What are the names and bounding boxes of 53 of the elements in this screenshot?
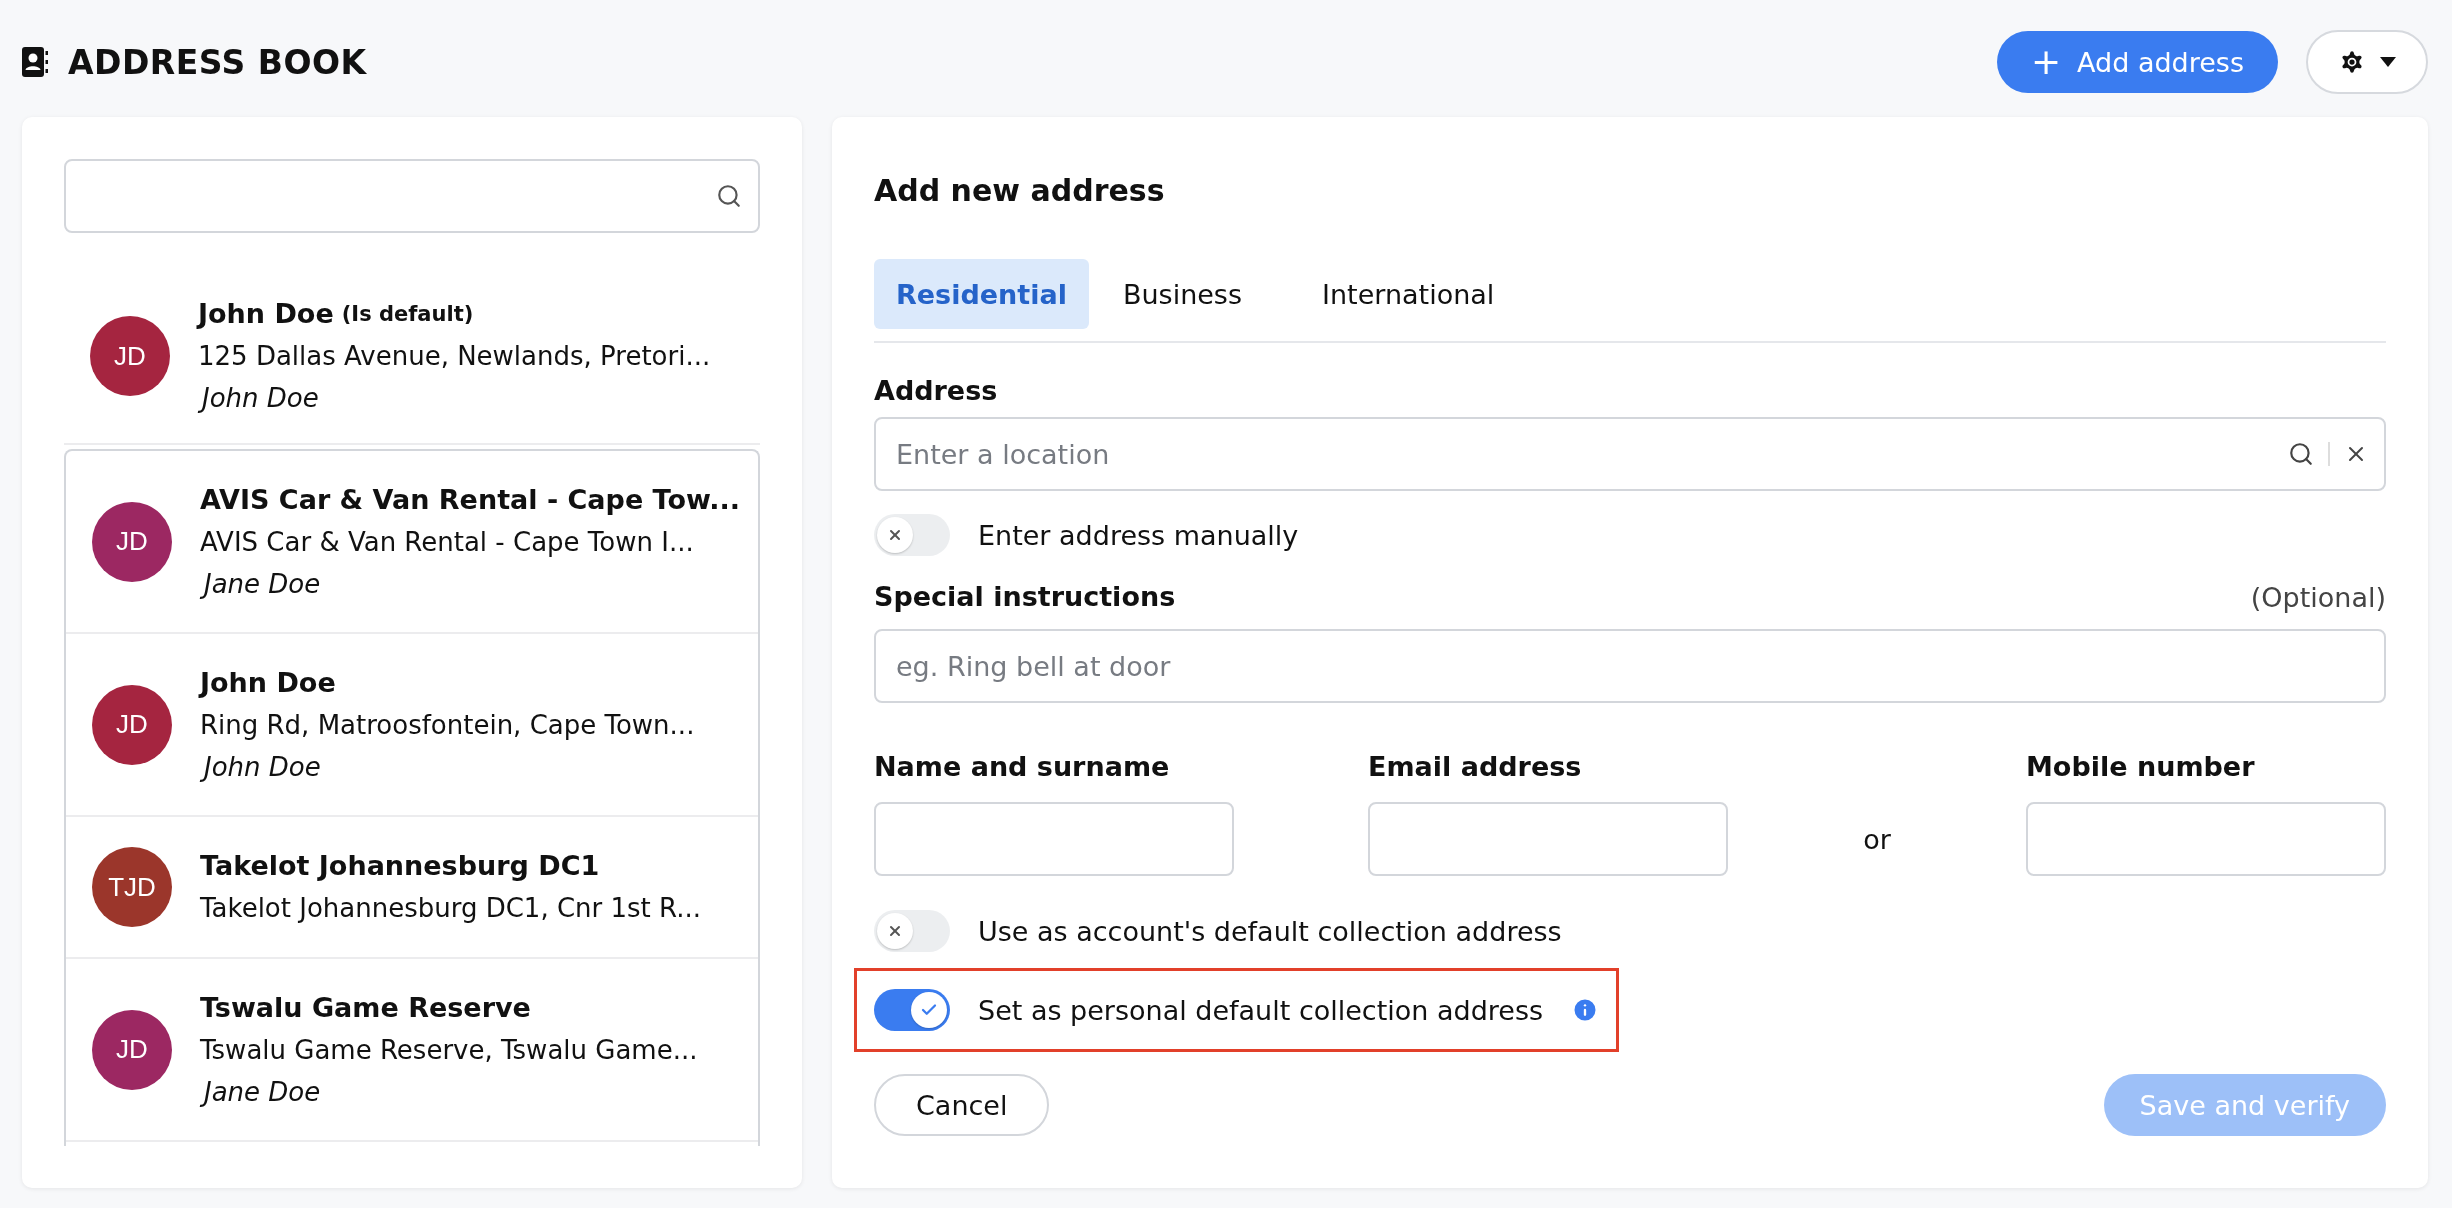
field-label: Mobile number	[2026, 750, 2256, 784]
address-title: Takelot Johannesburg DC1	[200, 849, 600, 883]
toggle-label: Use as account's default collection address	[978, 915, 1562, 947]
mobile-field[interactable]	[2026, 802, 2386, 876]
toggle-label: Set as personal default collection address	[978, 994, 1544, 1026]
address-type-tab[interactable]: International	[1300, 259, 1517, 329]
optional-label: (Optional)	[2250, 581, 2386, 613]
cross-icon	[887, 923, 903, 939]
search-field[interactable]	[64, 159, 760, 233]
toggle-switch[interactable]	[874, 989, 950, 1031]
avatar: JD	[92, 1009, 172, 1090]
contact-name: John Doe	[198, 297, 334, 331]
address-book-icon	[22, 47, 48, 77]
toggle-label: Enter address manually	[978, 519, 1299, 551]
cross-icon	[887, 527, 903, 543]
field-label: Email address	[1368, 750, 1583, 784]
address-title: AVIS Car & Van Rental - Cape Tow...	[200, 482, 740, 517]
address-text: AVIS Car & Van Rental - Cape Town I...	[200, 525, 694, 559]
contact-name: Jane Doe	[196, 1072, 329, 1111]
toggle-switch[interactable]	[874, 910, 950, 952]
avatar: JD	[92, 684, 172, 765]
address-type-tab[interactable]: Residential	[874, 259, 1089, 329]
field-label: Name and surname	[874, 750, 1171, 784]
add-address-button[interactable]: + Add address	[1996, 31, 2278, 93]
address-type-tab[interactable]: Business	[1100, 259, 1264, 329]
or-label: or	[1863, 823, 1891, 855]
avatar: TJD	[92, 847, 172, 927]
search-icon	[2288, 441, 2314, 467]
contact-name: John Doe	[196, 747, 329, 786]
instructions-field[interactable]: eg. Ring bell at door	[874, 629, 2386, 703]
cancel-button[interactable]: Cancel	[874, 1074, 1050, 1136]
name-field[interactable]	[874, 802, 1234, 876]
address-text: 125 Dallas Avenue, Newlands, Pretori...	[198, 340, 711, 373]
contact-name: Jane Doe	[196, 564, 329, 603]
search-icon	[716, 183, 742, 209]
email-field[interactable]	[1368, 802, 1728, 876]
address-text: Takelot Johannesburg DC1, Cnr 1st R...	[200, 892, 701, 925]
field-label: Special instructions	[874, 580, 1176, 614]
address-title: John Doe	[200, 665, 336, 700]
plus-icon: +	[2030, 44, 2062, 80]
address-title: Tswalu Game Reserve	[200, 990, 531, 1025]
address-field[interactable]: Enter a location	[874, 417, 2386, 491]
contact-name: John Doe	[194, 379, 327, 417]
form-title: Add new address	[874, 173, 1166, 208]
avatar: JD	[92, 501, 172, 582]
field-label: Address	[874, 374, 999, 408]
default-label: (Is default)	[341, 301, 474, 328]
address-text: Tswalu Game Reserve, Tswalu Game...	[200, 1033, 698, 1067]
toggle-switch[interactable]	[874, 514, 950, 556]
page-title: ADDRESS BOOK	[68, 42, 367, 82]
avatar: JD	[90, 316, 170, 396]
address-text: Ring Rd, Matroosfontein, Cape Town...	[200, 708, 695, 742]
caret-icon	[2380, 57, 2396, 67]
